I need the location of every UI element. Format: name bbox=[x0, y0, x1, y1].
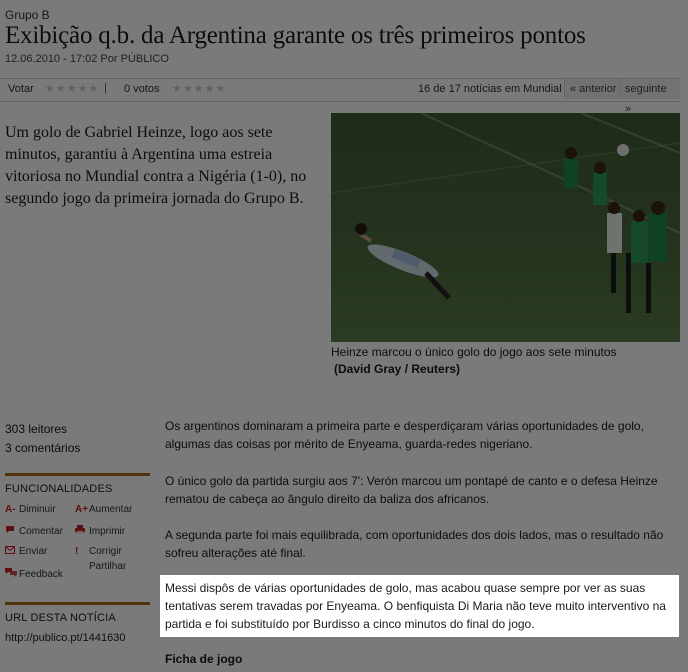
feedback-label: Feedback bbox=[19, 569, 63, 580]
diminuir-label: Diminuir bbox=[19, 504, 56, 515]
partilhar-button[interactable]: Partilhar bbox=[89, 561, 126, 572]
vote-label: Votar bbox=[8, 83, 34, 95]
functions-title: FUNCIONALIDADES bbox=[5, 483, 113, 495]
rating-stars-input[interactable]: ★★★★★ bbox=[45, 82, 99, 95]
vote-bar: Votar ★★★★★ | 0 votos ★★★★★ 16 de 17 not… bbox=[0, 78, 680, 115]
imprimir-label: Imprimir bbox=[89, 526, 126, 537]
speech-bubble-icon bbox=[5, 525, 19, 537]
paragraph-1: Os argentinos dominaram a primeira parte… bbox=[165, 419, 644, 451]
imprimir-button[interactable]: Imprimir bbox=[75, 525, 125, 537]
article-page: Grupo B Exibição q.b. da Argentina garan… bbox=[0, 0, 688, 672]
corrigir-button[interactable]: ! Corrigir bbox=[75, 546, 122, 557]
aumentar-button[interactable]: A+Aumentar bbox=[75, 504, 132, 515]
speech-bubbles-icon bbox=[5, 567, 19, 580]
aumentar-label: Aumentar bbox=[89, 504, 133, 515]
sidebar-rule-2 bbox=[5, 602, 150, 605]
photo-image bbox=[331, 113, 680, 342]
section-kicker[interactable]: Grupo B bbox=[5, 8, 50, 22]
article-photo[interactable] bbox=[331, 113, 680, 342]
previous-link[interactable]: « anterior bbox=[564, 79, 622, 99]
text-larger-icon: A+ bbox=[75, 504, 89, 515]
article-stats: 303 leitores 3 comentários bbox=[5, 420, 80, 458]
text-smaller-icon: A- bbox=[5, 504, 16, 515]
readers-count: 303 leitores bbox=[5, 422, 68, 436]
photo-caption: Heinze marcou o único golo do jogo aos s… bbox=[331, 344, 680, 378]
next-link[interactable]: seguinte » bbox=[619, 79, 680, 115]
exclamation-icon: ! bbox=[75, 546, 79, 557]
url-title: URL DESTA NOTÍCIA bbox=[5, 612, 116, 624]
envelope-icon bbox=[5, 546, 19, 557]
news-count: 16 de 17 notícias em Mundial bbox=[418, 83, 562, 95]
vote-count: 0 votos bbox=[124, 83, 160, 95]
photo-credit: (David Gray / Reuters) bbox=[334, 362, 461, 376]
caption-text: Heinze marcou o único golo do jogo aos s… bbox=[331, 345, 617, 359]
comentar-button[interactable]: Comentar bbox=[5, 525, 63, 537]
ficha-de-jogo-link[interactable]: Ficha de jogo bbox=[165, 652, 242, 666]
corrigir-label: Corrigir bbox=[89, 546, 122, 557]
article-lede: Um golo de Gabriel Heinze, logo aos sete… bbox=[5, 124, 307, 207]
partilhar-label: Partilhar bbox=[89, 561, 127, 572]
article-dateline: 12.06.2010 - 17:02 Por PÚBLICO bbox=[5, 53, 169, 65]
comentar-label: Comentar bbox=[19, 526, 63, 537]
diminuir-button[interactable]: A- Diminuir bbox=[5, 504, 56, 515]
printer-icon bbox=[75, 525, 89, 537]
article-url[interactable]: http://publico.pt/1441630 bbox=[5, 632, 125, 644]
feedback-button[interactable]: Feedback bbox=[5, 567, 63, 580]
paragraph-3: A segunda parte foi mais equilibrada, co… bbox=[165, 528, 664, 560]
enviar-button[interactable]: Enviar bbox=[5, 546, 47, 557]
highlighted-paragraph: Messi dispôs de várias oportunidades de … bbox=[160, 575, 679, 637]
rating-stars-display: ★★★★★ bbox=[172, 83, 227, 95]
paragraph-2: O único golo da partida surgiu aos 7': V… bbox=[165, 474, 658, 506]
enviar-label: Enviar bbox=[19, 546, 48, 557]
paragraph-4: Messi dispôs de várias oportunidades de … bbox=[165, 581, 666, 631]
sidebar-rule bbox=[5, 473, 150, 476]
article-headline: Exibição q.b. da Argentina garante os tr… bbox=[5, 22, 586, 49]
comments-count[interactable]: 3 comentários bbox=[5, 439, 80, 458]
vote-separator: | bbox=[104, 82, 107, 94]
